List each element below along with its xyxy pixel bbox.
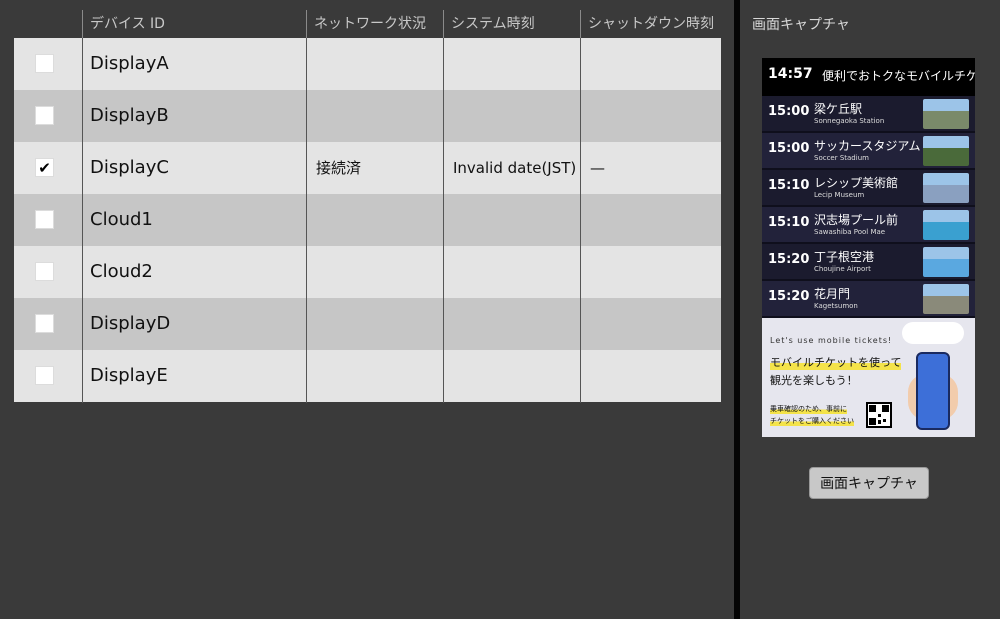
row-checkbox[interactable] (35, 262, 54, 281)
destination-photo (923, 210, 969, 240)
header-separator (306, 10, 307, 38)
column-header-network: ネットワーク状況 (314, 16, 426, 32)
departure-en: Lecip Museum (814, 191, 865, 199)
shutdown-cell: — (590, 159, 605, 177)
column-header-shutdown-time: シャットダウン時刻 (588, 16, 714, 32)
device-id-cell: DisplayA (90, 53, 169, 74)
destination-photo (923, 99, 969, 129)
network-cell: 接続済 (316, 159, 362, 177)
column-header-device-id: デバイス ID (90, 16, 165, 32)
smartphone-icon (916, 352, 950, 430)
column-separator (443, 38, 444, 403)
preview-marquee: 便利でおトクなモバイルチケッ (822, 69, 975, 83)
device-table: DisplayA DisplayB ✔ DisplayC 接続済 Invalid date… (14, 38, 721, 403)
departure-jp: 梁ケ丘駅 (814, 102, 863, 116)
table-row[interactable]: DisplayD (14, 298, 721, 350)
row-checkbox[interactable]: ✔ (35, 158, 54, 177)
preview-departure-row: 15:00 サッカースタジアム Soccer Stadium (762, 133, 975, 168)
ad-note-2: チケットをご購入ください (770, 416, 854, 426)
row-checkbox[interactable] (35, 54, 54, 73)
screen-capture-button[interactable]: 画面キャプチャ (809, 467, 929, 499)
departure-en: Sonnegaoka Station (814, 117, 885, 125)
table-row[interactable]: Cloud1 (14, 194, 721, 246)
device-id-cell: DisplayD (90, 313, 171, 334)
table-row[interactable]: DisplayE (14, 350, 721, 402)
departure-jp: レシップ美術館 (814, 176, 899, 190)
departure-time: 15:10 (768, 178, 810, 193)
destination-photo (923, 136, 969, 166)
departure-en: Sawashiba Pool Mae (814, 228, 886, 236)
device-table-panel: デバイス ID ネットワーク状況 システム時刻 シャットダウン時刻 Displa… (0, 0, 734, 619)
departure-time: 15:20 (768, 252, 810, 267)
preview-departure-row: 15:10 レシップ美術館 Lecip Museum (762, 170, 975, 205)
ad-note-1: 乗車確認のため、事前に (770, 404, 847, 414)
table-row[interactable]: Cloud2 (14, 246, 721, 298)
ad-line-2: 観光を楽しもう！ (770, 374, 858, 387)
row-checkbox[interactable] (35, 106, 54, 125)
device-id-cell: DisplayE (90, 365, 168, 386)
preview-departure-row: 15:20 丁子根空港 Choujine Airport (762, 244, 975, 279)
row-checkbox[interactable] (35, 314, 54, 333)
row-checkbox[interactable] (35, 210, 54, 229)
departure-jp: サッカースタジアム (814, 139, 921, 153)
preview-departure-row: 15:10 沢志場プール前 Sawashiba Pool Mae (762, 207, 975, 242)
destination-photo (923, 247, 969, 277)
departure-jp: 沢志場プール前 (814, 213, 899, 227)
departure-time: 15:10 (768, 215, 810, 230)
preview-header: 14:57 便利でおトクなモバイルチケッ (762, 58, 975, 96)
device-id-cell: DisplayB (90, 105, 169, 126)
column-separator (82, 38, 83, 403)
preview-departure-row: 15:20 花月門 Kagetsumon (762, 281, 975, 316)
departure-time: 15:00 (768, 104, 810, 119)
ad-english-text: Let's use mobile tickets! (770, 336, 893, 345)
capture-panel: 画面キャプチャ 14:57 便利でおトクなモバイルチケッ 15:00 梁ケ丘駅 So… (740, 0, 1000, 619)
speech-bubble-icon (902, 322, 964, 344)
preview-ad-banner: Let's use mobile tickets! モバイルチケットを使って 観… (762, 318, 975, 437)
table-row[interactable]: ✔ DisplayC 接続済 Invalid date(JST) — (14, 142, 721, 194)
header-separator (580, 10, 581, 38)
capture-panel-title: 画面キャプチャ (752, 17, 850, 33)
departure-en: Kagetsumon (814, 302, 858, 310)
qr-code-icon (866, 402, 892, 428)
ad-line-1: モバイルチケットを使って (770, 354, 902, 370)
departure-jp: 丁子根空港 (814, 250, 875, 264)
departure-en: Soccer Stadium (814, 154, 869, 162)
destination-photo (923, 284, 969, 314)
device-id-cell: DisplayC (90, 157, 169, 178)
device-id-cell: Cloud2 (90, 261, 153, 282)
departure-jp: 花月門 (814, 287, 851, 301)
column-separator (306, 38, 307, 403)
header-separator (82, 10, 83, 38)
checkmark-icon: ✔ (38, 158, 51, 177)
system-time-cell: Invalid date(JST) (453, 159, 577, 177)
departure-time: 15:00 (768, 141, 810, 156)
table-row[interactable]: DisplayA (14, 38, 721, 90)
table-row[interactable]: DisplayB (14, 90, 721, 142)
header-separator (443, 10, 444, 38)
departure-time: 15:20 (768, 289, 810, 304)
departure-en: Choujine Airport (814, 265, 871, 273)
destination-photo (923, 173, 969, 203)
preview-departure-row: 15:00 梁ケ丘駅 Sonnegaoka Station (762, 96, 975, 131)
row-checkbox[interactable] (35, 366, 54, 385)
column-header-system-time: システム時刻 (451, 16, 535, 32)
preview-clock: 14:57 (768, 66, 813, 82)
screen-capture-preview: 14:57 便利でおトクなモバイルチケッ 15:00 梁ケ丘駅 Sonnegaoka… (762, 58, 975, 437)
device-id-cell: Cloud1 (90, 209, 153, 230)
column-separator (580, 38, 581, 403)
